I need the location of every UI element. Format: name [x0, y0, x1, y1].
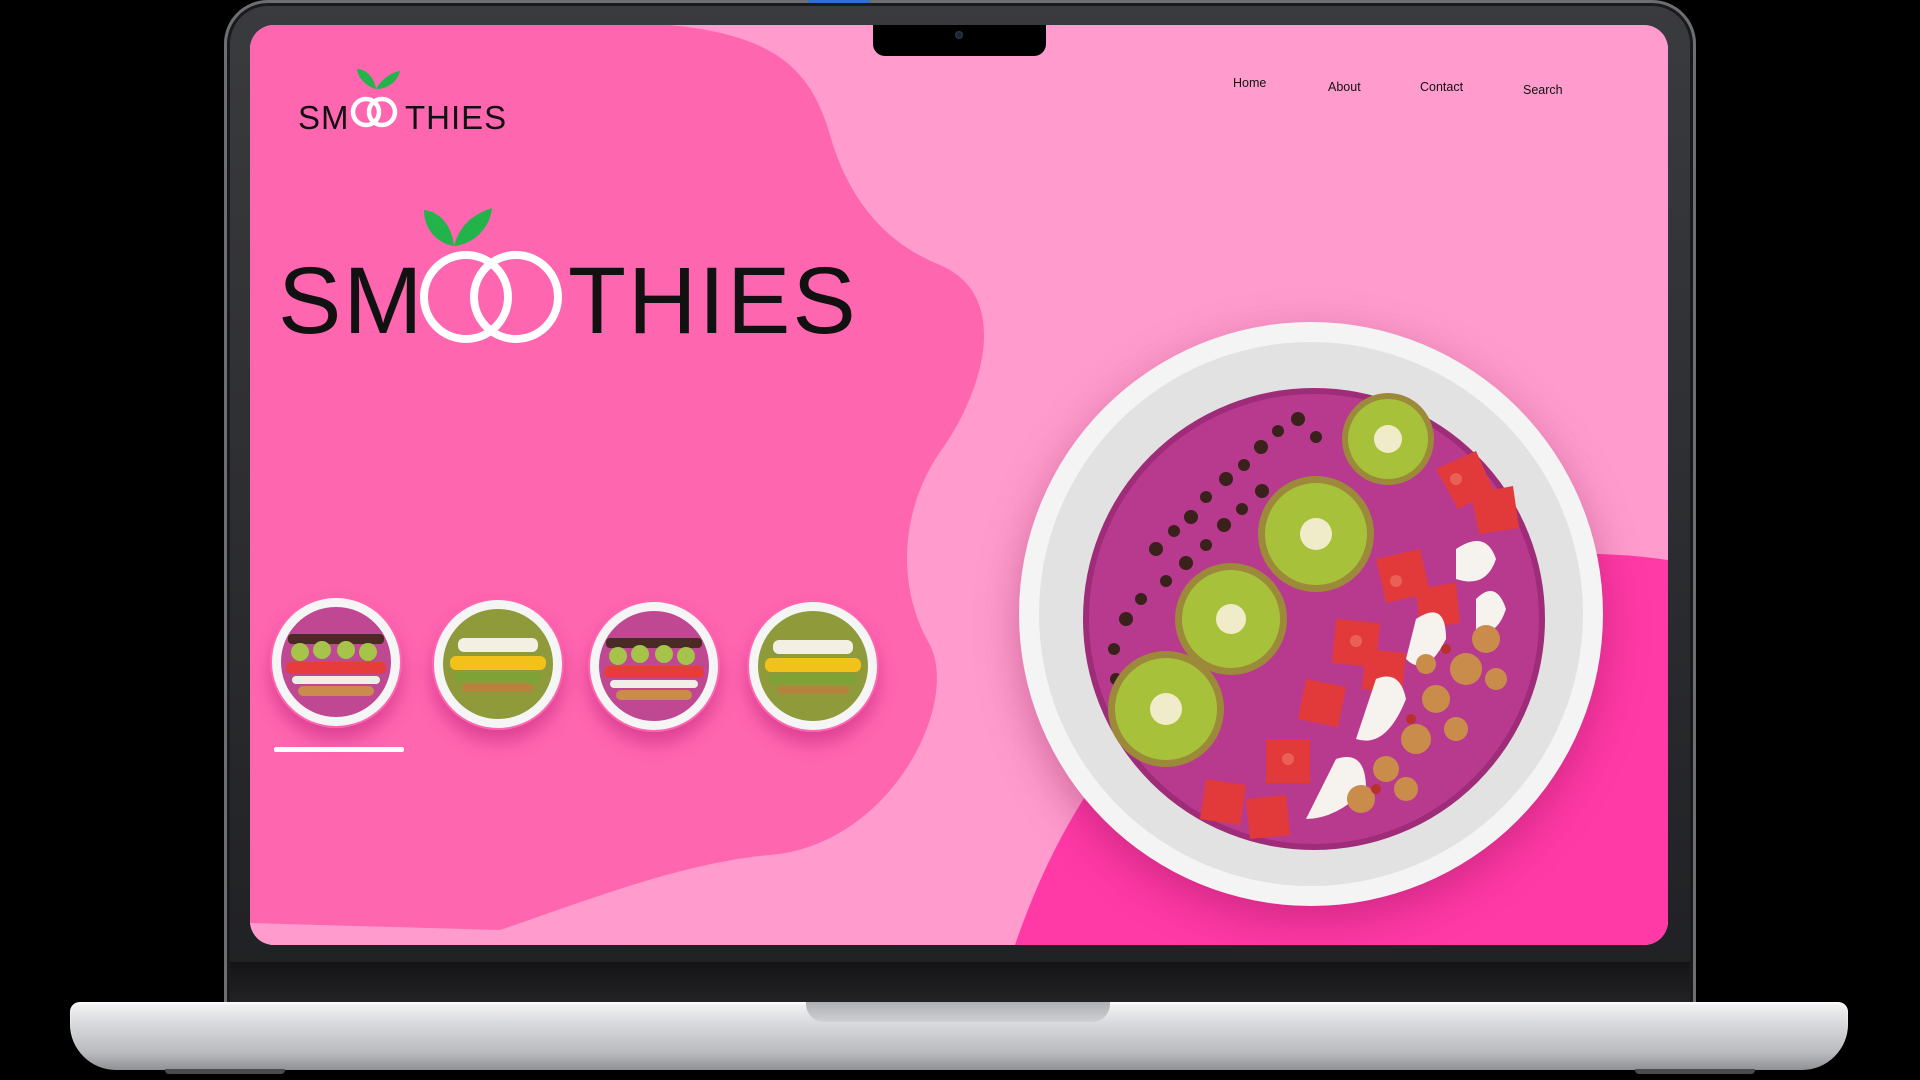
- hero-logo: SM THIES: [278, 190, 878, 390]
- top-indicator: [808, 0, 870, 3]
- thumbnail-green-bowl-2[interactable]: [747, 600, 879, 732]
- laptop-screen: SM THIES Home About Contact Search SM TH…: [250, 25, 1668, 945]
- camera-icon: [955, 31, 963, 39]
- hero-logo-text-left: SM: [278, 248, 425, 354]
- logo-text-left: SM: [298, 99, 350, 136]
- laptop-bezel-bottom: [230, 962, 1690, 1004]
- thumbnail-berry-bowl-1[interactable]: [270, 596, 402, 728]
- nav-home-link[interactable]: Home: [1233, 76, 1266, 90]
- hero-smoothie-bowl-image: [1019, 322, 1603, 906]
- laptop-foot-right: [1635, 1069, 1755, 1074]
- laptop-trackpad-notch: [806, 1002, 1110, 1022]
- nav-contact-link[interactable]: Contact: [1420, 80, 1463, 94]
- ring-logo-icon: [420, 251, 562, 343]
- thumbnail-berry-bowl-2[interactable]: [588, 600, 720, 732]
- nav-search-link[interactable]: Search: [1523, 83, 1563, 97]
- brand-logo[interactable]: SM THIES: [298, 57, 518, 134]
- ring-logo-icon: [350, 96, 398, 128]
- camera-notch: [873, 25, 1046, 56]
- logo-text-right: THIES: [405, 99, 508, 136]
- nav-about-link[interactable]: About: [1328, 80, 1361, 94]
- thumbnail-green-bowl-1[interactable]: [432, 598, 564, 730]
- hero-logo-text-right: THIES: [568, 248, 858, 354]
- laptop-foot-left: [165, 1069, 285, 1074]
- thumbnail-selection-indicator: [274, 747, 404, 752]
